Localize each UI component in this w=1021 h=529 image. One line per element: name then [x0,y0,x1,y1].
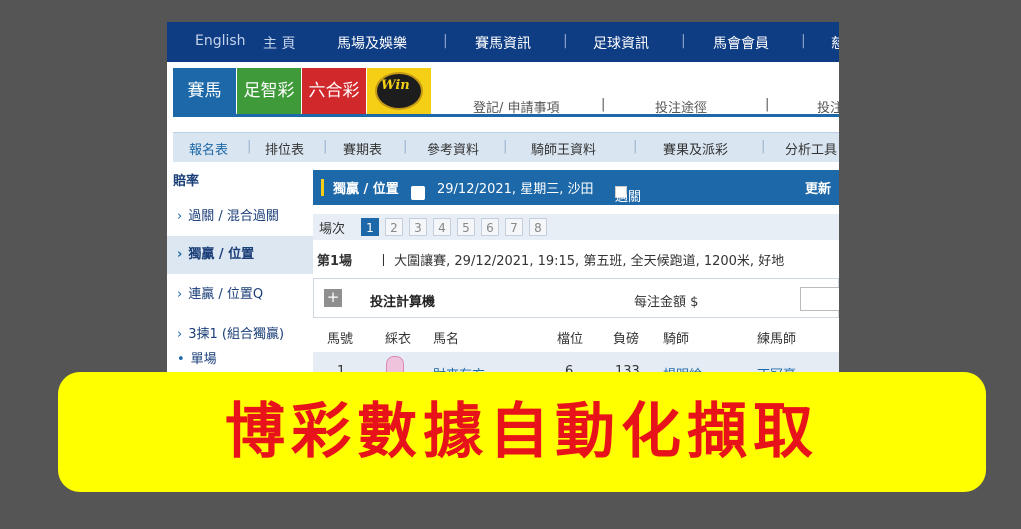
race-button-8[interactable]: 8 [529,218,547,236]
submenu-separator: | [633,139,638,154]
odds-header: 獨贏 / 位置 ? 29/12/2021, 星期三, 沙田 過關 更新 [313,170,839,205]
col-trainer: 練馬師 [757,332,797,347]
nav-charity[interactable]: 慈 [831,33,839,53]
col-horse-name: 馬名 [433,332,460,347]
col-silks: 綵衣 [385,332,412,347]
nav-membership[interactable]: 馬會會員 [713,33,769,53]
sidebar-title: 賠率 [173,174,200,189]
nav-separator: | [681,33,686,49]
nav-racecourse[interactable]: 馬場及娛樂 [337,33,407,53]
unit-bet-label: 每注金額 $ [634,295,699,310]
submenu-separator: | [503,139,508,154]
race-detail: 丨 大圍讓賽, 29/12/2021, 19:15, 第五班, 全天候跑道, 1… [377,254,785,269]
submenu-racecard[interactable]: 排位表 [265,139,304,158]
link-registration[interactable]: 登記/ 申請事項 [473,97,560,116]
sidebar-item-label: 3揀1 (組合獨贏) [188,327,285,342]
refresh-link[interactable]: 更新 [805,178,831,197]
submenu-separator: | [323,139,328,154]
tab-ewin[interactable]: Win [367,68,431,114]
race-button-4[interactable]: 4 [433,218,451,236]
race-title: 第1場 [317,254,353,269]
nav-separator: | [563,33,568,49]
top-nav: English 主 頁 馬場及娛樂 | 賽馬資訊 | 足球資訊 | 馬會會員 |… [167,22,839,62]
header-accent [321,179,324,196]
sidebar-item-label: 獨贏 / 位置 [188,247,255,262]
link-betting[interactable]: 投注 [817,97,839,116]
link-separator: | [601,97,606,112]
title-banner: 博彩數據自動化擷取 [58,372,986,492]
calculator-title: 投注計算機 [370,295,436,310]
submenu-analysis-tools[interactable]: 分析工具 [785,139,837,158]
sidebar-item-quinella[interactable]: › 連贏 / 位置Q [167,276,313,314]
sub-menu: 報名表 | 排位表 | 賽期表 | 參考資料 | 騎師王資料 | 賽果及派彩 |… [173,132,839,162]
submenu-separator: | [403,139,408,154]
sidebar-item-win-place[interactable]: › 獨贏 / 位置 [167,236,313,274]
race-label: 場次 [319,222,346,237]
col-weight: 負磅 [613,332,640,347]
unit-bet-input[interactable] [800,287,839,311]
submenu-separator: | [761,139,766,154]
meeting-date: 29/12/2021, 星期三, 沙田 [437,182,594,197]
banner-text: 博彩數據自動化擷取 [225,397,819,467]
nav-separator: | [801,33,806,49]
col-draw: 檔位 [557,332,584,347]
sidebar-item-label: 連贏 / 位置Q [188,287,264,302]
nav-english[interactable]: English [195,33,246,49]
tab-football[interactable]: 足智彩 [237,68,301,114]
nav-separator: | [443,33,448,49]
bullet-icon: • [177,352,185,367]
nav-racing-info[interactable]: 賽馬資訊 [475,33,531,53]
nav-home[interactable]: 主 頁 [263,33,295,53]
tab-horse-racing[interactable]: 賽馬 [173,68,236,114]
chevron-right-icon: › [177,287,183,302]
race-info: 第1場 丨 大圍讓賽, 29/12/2021, 19:15, 第五班, 全天候跑… [313,248,839,272]
submenu-fixtures[interactable]: 賽期表 [343,139,382,158]
race-button-5[interactable]: 5 [457,218,475,236]
race-button-3[interactable]: 3 [409,218,427,236]
tab-mark-six[interactable]: 六合彩 [302,68,366,114]
race-button-1[interactable]: 1 [361,218,379,236]
submenu-results[interactable]: 賽果及派彩 [663,139,728,158]
submenu-jockey-challenge[interactable]: 騎師王資料 [531,139,596,158]
race-button-7[interactable]: 7 [505,218,523,236]
chevron-right-icon: › [177,327,183,342]
submenu-separator: | [247,139,252,154]
chevron-right-icon: › [177,209,183,224]
submenu-entries[interactable]: 報名表 [189,139,228,158]
col-horse-no: 馬號 [327,332,354,347]
race-button-6[interactable]: 6 [481,218,499,236]
bet-calculator: + 投注計算機 每注金額 $ [313,278,839,318]
screenshot-panel: English 主 頁 馬場及娛樂 | 賽馬資訊 | 足球資訊 | 馬會會員 |… [167,22,839,382]
pool-title: 獨贏 / 位置 [333,182,399,197]
submenu-reference[interactable]: 參考資料 [427,139,479,158]
sidebar-item-allup[interactable]: › 過關 / 混合過關 [167,198,313,236]
nav-football-info[interactable]: 足球資訊 [593,33,649,53]
col-jockey: 騎師 [663,332,690,347]
chevron-right-icon: › [177,247,183,262]
ewin-logo-text: Win [381,78,410,93]
race-button-2[interactable]: 2 [385,218,403,236]
link-separator: | [765,97,770,112]
sidebar-item-label: 過關 / 混合過關 [188,209,279,224]
race-selector: 場次 1 2 3 4 5 6 7 8 [313,214,839,240]
sidebar-item-label: 單場 [190,352,217,367]
link-betting-channels[interactable]: 投注途徑 [655,97,707,116]
expand-plus-icon[interactable]: + [324,289,342,307]
